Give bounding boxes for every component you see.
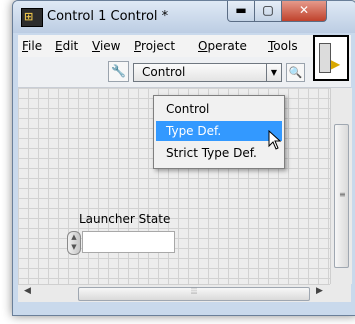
scrollbar-corner	[330, 284, 351, 302]
chevron-down-icon[interactable]: ▼	[266, 64, 281, 81]
toolbar: 🔧 Control ▼ 🔍 ▶	[18, 35, 351, 88]
window-title: Control 1 Control *	[47, 9, 169, 24]
grip-icon: ⦙⦙⦙	[191, 287, 198, 297]
increment-decrement-icon[interactable]: ▲ ▼	[67, 231, 81, 255]
option-strict-type-def[interactable]: Strict Type Def.	[156, 143, 282, 163]
mouse-pointer-icon	[268, 130, 282, 150]
scroll-left-icon[interactable]: ◀	[24, 286, 31, 296]
menu-operate[interactable]: Operate	[198, 38, 247, 54]
minimize-button[interactable]: ▬	[227, 1, 255, 22]
horizontal-scrollbar[interactable]: ◀ ⦙⦙⦙ ▶	[18, 284, 330, 302]
vi-icon-play-arrow: ▶	[331, 57, 341, 71]
menu-view[interactable]: View	[92, 38, 120, 54]
control-type-select[interactable]: Control ▼	[133, 63, 282, 82]
menu-bar: File Edit View Project Operate Tools	[18, 35, 351, 57]
magnifier-icon[interactable]: 🔍	[286, 63, 305, 82]
option-control[interactable]: Control	[156, 99, 282, 119]
launcher-state-label: Launcher State	[79, 212, 171, 226]
menu-project[interactable]: Project	[134, 38, 175, 54]
control-type-dropdown-menu: Control Type Def. Strict Type Def.	[153, 95, 285, 169]
minimize-icon: ▬	[235, 3, 247, 17]
menu-file[interactable]: File	[22, 38, 42, 54]
control-type-value: Control	[142, 65, 186, 79]
vertical-scroll-thumb[interactable]: ≡	[334, 124, 349, 268]
maximize-button[interactable]: ▢	[254, 1, 282, 22]
close-icon: ✕	[298, 3, 310, 17]
option-type-def[interactable]: Type Def.	[156, 121, 282, 141]
vi-icon[interactable]: ▶	[313, 35, 349, 81]
launcher-state-control[interactable]	[82, 231, 175, 253]
close-button[interactable]: ✕	[281, 1, 327, 22]
menu-edit[interactable]: Edit	[55, 38, 78, 54]
menu-tools[interactable]: Tools	[268, 38, 298, 54]
vi-icon-control-graphic	[319, 43, 331, 73]
scroll-right-icon[interactable]: ▶	[316, 286, 323, 296]
labview-app-icon[interactable]: ⊞	[21, 8, 43, 27]
horizontal-scroll-thumb[interactable]: ⦙⦙⦙	[78, 287, 310, 301]
maximize-icon: ▢	[262, 3, 274, 17]
grip-icon: ≡	[339, 190, 346, 199]
vertical-scrollbar[interactable]: ≡	[330, 88, 352, 284]
wrench-icon[interactable]: 🔧	[108, 61, 129, 82]
title-bar[interactable]: ⊞ Control 1 Control * ▬ ▢ ✕	[13, 1, 355, 33]
